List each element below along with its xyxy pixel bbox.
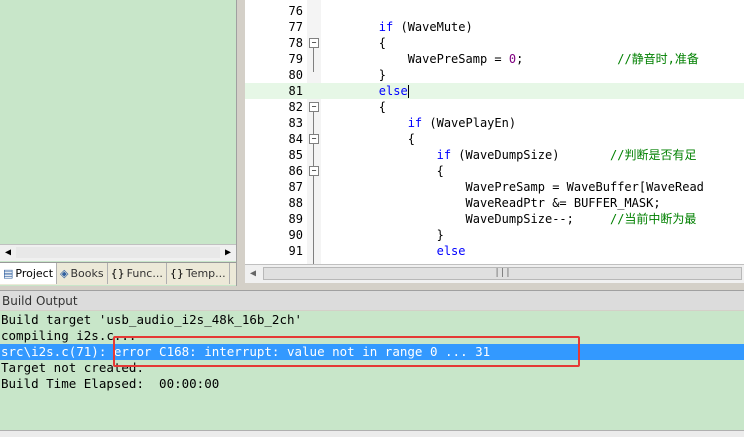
functions-icon: {} <box>110 267 125 280</box>
code-line[interactable]: 86− { <box>245 163 744 179</box>
tab-functions[interactable]: {} Func... <box>108 263 167 284</box>
scroll-right-icon[interactable]: ▶ <box>221 245 235 260</box>
code-text: { <box>321 132 415 146</box>
code-line[interactable]: 85 if (WaveDumpSize) //判断是否有足 <box>245 147 744 163</box>
line-number: 82 <box>288 100 303 114</box>
line-number: 86 <box>288 164 303 178</box>
build-output-panel[interactable]: Build target 'usb_audio_i2s_48k_16b_2ch'… <box>0 311 744 436</box>
project-hscrollbar[interactable]: ◀ ▶ <box>0 244 236 261</box>
code-line[interactable]: 77 if (WaveMute) <box>245 19 744 35</box>
code-text: WaveReadPtr &= BUFFER_MASK; <box>321 196 661 210</box>
line-number: 81 <box>288 84 303 98</box>
tab-label: Temp... <box>185 267 226 280</box>
code-text: WavePreSamp = 0; //静音时,准备 <box>321 52 699 66</box>
code-text: else <box>436 244 466 258</box>
books-icon: ◈ <box>60 267 69 280</box>
editor-hscrollbar[interactable]: ◀ ||| <box>245 264 744 283</box>
tab-label: Func... <box>126 267 163 280</box>
fold-toggle-icon[interactable]: − <box>309 102 319 112</box>
fold-toggle-icon[interactable]: − <box>309 38 319 48</box>
code-text: WavePreSamp = WaveBuffer[WaveRead <box>321 180 704 194</box>
line-number: 87 <box>288 180 303 194</box>
code-text: { <box>321 36 387 50</box>
code-editor[interactable]: 76 77 if (WaveMute) 78− {79 WavePreSamp = … <box>245 0 744 264</box>
project-icon: ▤ <box>3 267 14 280</box>
code-text: WaveDumpSize--; //当前中断为最 <box>321 212 697 226</box>
line-number: 80 <box>288 68 303 82</box>
line-number: 90 <box>288 228 303 242</box>
tab-label: Books <box>70 267 104 280</box>
code-line[interactable]: 87 WavePreSamp = WaveBuffer[WaveRead <box>245 179 744 195</box>
line-number: 89 <box>288 212 303 226</box>
build-line[interactable]: Build target 'usb_audio_i2s_48k_16b_2ch' <box>0 312 744 328</box>
code-text: if (WavePlayEn) <box>407 116 517 130</box>
fold-toggle-icon[interactable]: − <box>309 166 319 176</box>
line-number: 83 <box>288 116 303 130</box>
code-line[interactable]: 90 } <box>245 227 744 243</box>
scroll-left-icon[interactable]: ◀ <box>1 245 15 260</box>
project-panel: ◀ ▶ ▤ Project ◈ Books {} Func... {} Temp… <box>0 0 237 286</box>
scroll-thumb[interactable]: ||| <box>263 267 742 280</box>
code-line[interactable]: 83 if (WavePlayEn) <box>245 115 744 131</box>
code-line[interactable]: 84− { <box>245 131 744 147</box>
code-line[interactable]: 81 else <box>245 83 744 99</box>
code-line[interactable]: 91 else <box>245 243 744 259</box>
line-number: 79 <box>288 52 303 66</box>
scroll-track[interactable] <box>16 247 220 258</box>
code-line[interactable]: 80 } <box>245 67 744 83</box>
code-text: { <box>321 164 444 178</box>
code-text: } <box>321 68 387 82</box>
line-number: 91 <box>288 244 303 258</box>
line-number: 84 <box>288 132 303 146</box>
line-number: 88 <box>288 196 303 210</box>
code-text: } <box>321 228 444 242</box>
project-tabs: ▤ Project ◈ Books {} Func... {} Temp... <box>0 262 236 285</box>
panel-splitter[interactable] <box>237 0 245 286</box>
text-caret <box>407 85 409 98</box>
line-number: 76 <box>288 4 303 18</box>
code-line[interactable]: 88 WaveReadPtr &= BUFFER_MASK; <box>245 195 744 211</box>
tab-label: Project <box>15 267 54 280</box>
scroll-left-icon[interactable]: ◀ <box>246 266 260 282</box>
code-line[interactable]: 82− { <box>245 99 744 115</box>
line-number: 78 <box>288 36 303 50</box>
tab-project[interactable]: ▤ Project <box>0 263 58 284</box>
code-line[interactable]: 89 WaveDumpSize--; //当前中断为最 <box>245 211 744 227</box>
fold-toggle-icon[interactable]: − <box>309 134 319 144</box>
build-line[interactable]: Build Time Elapsed: 00:00:00 <box>0 376 744 392</box>
code-line[interactable]: 78− { <box>245 35 744 51</box>
code-text: else <box>378 84 409 98</box>
line-number: 77 <box>288 20 303 34</box>
templates-icon: {} <box>169 267 184 280</box>
code-line[interactable]: 76 <box>245 3 744 19</box>
code-text: if (WaveMute) <box>378 20 473 34</box>
tab-templates[interactable]: {} Temp... <box>167 263 230 284</box>
tab-books[interactable]: ◈ Books <box>57 263 108 284</box>
code-text: { <box>321 100 387 114</box>
error-highlight-box <box>113 336 580 367</box>
code-line[interactable]: 79 WavePreSamp = 0; //静音时,准备 <box>245 51 744 67</box>
code-text: if (WaveDumpSize) //判断是否有足 <box>436 148 697 162</box>
line-number: 85 <box>288 148 303 162</box>
build-output-title: Build Output <box>0 290 744 310</box>
